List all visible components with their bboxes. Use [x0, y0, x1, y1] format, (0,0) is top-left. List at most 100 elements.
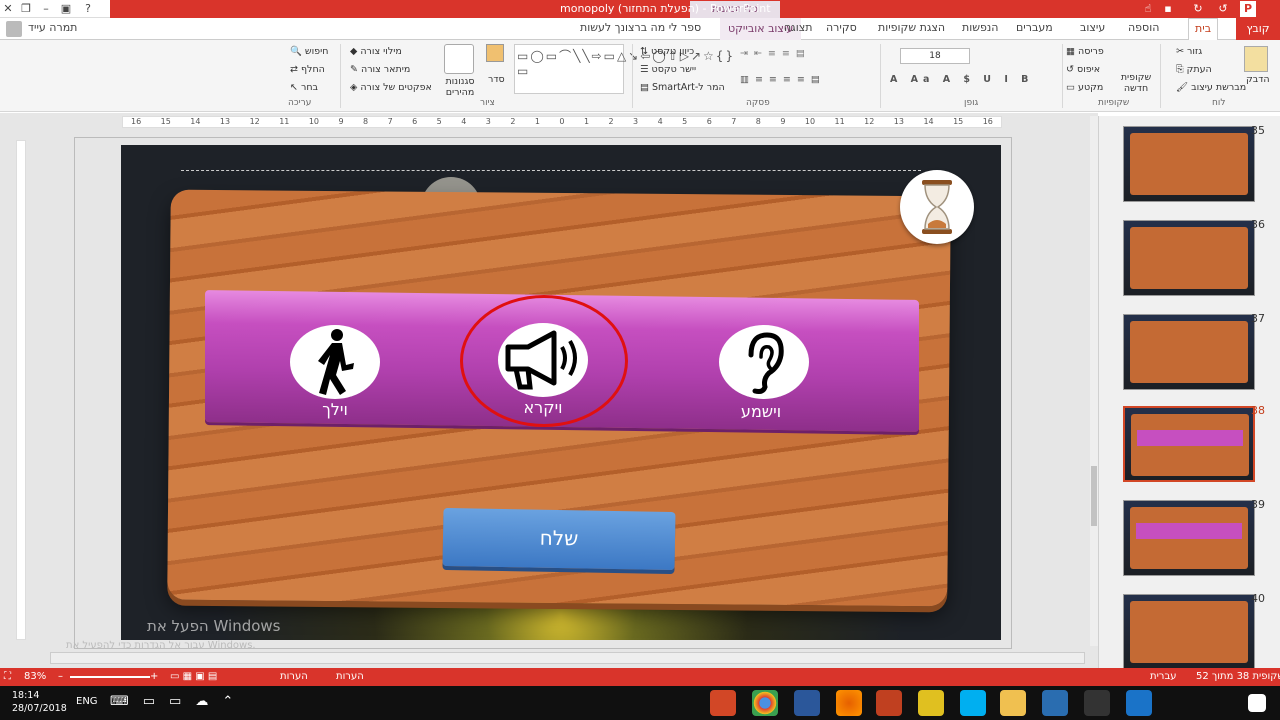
store-taskbar-icon[interactable] — [1084, 690, 1110, 716]
undo-icon[interactable]: ↺ — [1215, 1, 1231, 17]
task-view-icon[interactable] — [1170, 690, 1196, 716]
tab-file[interactable]: קובץ — [1236, 18, 1280, 40]
text-direction-button[interactable]: ⇅ כיוון טקסט — [640, 46, 694, 57]
touch-mode-icon[interactable]: ☝ — [1140, 1, 1156, 17]
comments-button[interactable]: הערות — [280, 671, 308, 682]
slide-number: 36 — [1251, 218, 1265, 231]
lock-app-taskbar-icon[interactable] — [918, 690, 944, 716]
tab-review[interactable]: סקירה — [826, 21, 857, 34]
save-icon[interactable]: ▪ — [1160, 1, 1176, 17]
list-buttons[interactable]: ⇥⇤≡≡▤ — [740, 48, 811, 59]
tab-design[interactable]: עיצוב — [1080, 21, 1105, 34]
slide-number: 38 — [1251, 404, 1265, 417]
slide-thumbnail[interactable] — [1123, 500, 1255, 576]
ruler-tick: 5 — [436, 117, 442, 126]
copy-button[interactable]: ⎘ העתק — [1176, 64, 1212, 75]
app-taskbar-icon[interactable] — [876, 690, 902, 716]
fit-slide-icon[interactable]: ⛶ — [4, 671, 11, 682]
powerpoint-taskbar-icon[interactable] — [710, 690, 736, 716]
slide-thumbnail[interactable] — [1123, 126, 1255, 202]
firefox-taskbar-icon[interactable] — [836, 690, 862, 716]
outlook-taskbar-icon[interactable] — [1042, 690, 1068, 716]
find-button[interactable]: 🔍 חיפוש — [290, 46, 328, 57]
layout-button[interactable]: ▦ פריסה — [1066, 46, 1104, 57]
tab-insert[interactable]: הוספה — [1128, 21, 1159, 34]
zoom-in-icon[interactable]: + — [150, 671, 158, 682]
quick-styles-icon[interactable] — [444, 44, 474, 74]
slide-canvas[interactable]: וילך ויקרא וישמע שלח הפעל את Windows — [121, 145, 1001, 640]
notes-button[interactable]: הערות — [336, 671, 364, 682]
word-taskbar-icon[interactable] — [794, 690, 820, 716]
shape-fill-button[interactable]: ◆ מילוי צורה — [350, 46, 402, 57]
shape-effects-button[interactable]: ◈ אפקטים של צורה — [350, 82, 432, 93]
slide-thumbnail[interactable] — [1123, 594, 1255, 670]
tell-me-box[interactable]: ספר לי מה ברצונך לעשות — [580, 21, 701, 34]
quick-styles-button[interactable]: סגנונות מהירים — [440, 76, 480, 98]
hourglass-icon — [922, 180, 952, 234]
start-icon[interactable] — [1248, 694, 1266, 712]
help-icon[interactable]: ? — [80, 1, 96, 17]
zoom-level[interactable]: 83% — [24, 671, 46, 682]
scroll-thumb[interactable] — [1091, 466, 1097, 526]
tab-home[interactable]: בית — [1188, 18, 1219, 40]
ruler-tick: 16 — [131, 117, 142, 126]
replace-button[interactable]: ⇄ החלף — [290, 64, 325, 75]
walk-option[interactable] — [290, 325, 380, 399]
activate-windows-hint: עבור אל הגדרות כדי להפעיל את Windows. — [66, 640, 256, 651]
ribbon-options-icon[interactable]: ▣ — [58, 1, 74, 17]
cut-button[interactable]: ✂ גזור — [1176, 46, 1202, 57]
send-button[interactable]: שלח — [442, 507, 676, 571]
skype-taskbar-icon[interactable] — [960, 690, 986, 716]
paste-button[interactable]: הדבק — [1246, 74, 1270, 85]
shape-outline-button[interactable]: ✎ מיתאר צורה — [350, 64, 410, 75]
tab-slideshow[interactable]: הצגת שקופיות — [878, 21, 945, 34]
new-slide-button[interactable]: שקופית חדשה — [1116, 72, 1156, 94]
close-icon[interactable]: ✕ — [0, 1, 16, 17]
font-size-box[interactable]: 18 — [900, 48, 970, 64]
search-icon[interactable] — [1210, 690, 1236, 716]
reset-button[interactable]: ↺ איפוס — [1066, 64, 1100, 75]
font-format-buttons[interactable]: A Aa A $ U I B — [890, 74, 1033, 85]
tray-icons[interactable]: ⌨▭▭☁⌃ — [110, 694, 247, 709]
ribbon: 🔍 חיפוש ⇄ החלף ↖ בחר עריכה ◆ מילוי צורה … — [0, 40, 1280, 112]
arrange-button[interactable]: סדר — [488, 74, 505, 85]
horizontal-scrollbar[interactable] — [50, 652, 1085, 664]
title-bar: ✕ ❐ – ▣ ? כלי תמונות monopoly (הפעלת התח… — [0, 0, 1280, 18]
slide-thumbnail[interactable] — [1123, 220, 1255, 296]
input-language[interactable]: ENG — [76, 696, 98, 707]
smartart-button[interactable]: ▤ SmartArt-המר ל — [640, 82, 725, 93]
format-painter-button[interactable]: 🖌 מברשת עיצוב — [1176, 82, 1246, 93]
tab-view[interactable]: תצוגה — [784, 21, 812, 34]
select-button[interactable]: ↖ בחר — [290, 82, 318, 93]
view-buttons[interactable]: ▭ ▦ ▣ ▤ — [170, 671, 217, 682]
activate-windows-watermark: הפעל את Windows — [147, 617, 281, 635]
horizontal-ruler: 16 15 14 13 12 11 10 9 8 7 6 5 4 3 2 1 0 1 2 3 4 5 6 7 8 9 10 11 12 1… — [122, 116, 1002, 128]
clipboard-group-label: לוח — [1212, 98, 1226, 108]
ruler-tick: 2 — [608, 117, 614, 126]
timer-button[interactable] — [900, 170, 974, 244]
shapes-gallery[interactable]: ▭◯▭⌒╲╲⇨▭△↘⇦◯⇧▷↗☆{}▭ — [514, 44, 733, 94]
clock[interactable]: 18:14 28/07/2018 — [12, 689, 67, 715]
restore-icon[interactable]: ❐ — [18, 1, 34, 17]
arrange-icon[interactable] — [486, 44, 504, 62]
zoom-out-icon[interactable]: – — [58, 671, 63, 682]
redo-icon[interactable]: ↻ — [1190, 1, 1206, 17]
tab-transitions[interactable]: מעברים — [1016, 21, 1053, 34]
align-text-button[interactable]: ☰ יישר טקסט — [640, 64, 696, 75]
slide-thumbnails-pane: 35 36 37 38 39 40 — [1098, 116, 1280, 670]
explorer-taskbar-icon[interactable] — [1000, 690, 1026, 716]
slide-thumbnail-selected[interactable] — [1123, 406, 1255, 482]
chrome-taskbar-icon[interactable] — [752, 690, 778, 716]
hear-option[interactable] — [719, 325, 809, 399]
slide-thumbnail[interactable] — [1123, 314, 1255, 390]
zoom-slider[interactable] — [70, 676, 150, 678]
ruler-tick: 2 — [510, 117, 516, 126]
paste-icon[interactable] — [1244, 46, 1268, 72]
align-buttons[interactable]: ▥≡≡≡≡▤ — [740, 74, 826, 85]
edge-taskbar-icon[interactable] — [1126, 690, 1152, 716]
tab-animations[interactable]: הנפשות — [962, 21, 998, 34]
section-button[interactable]: ▭ מקטע — [1066, 82, 1103, 93]
ruler-tick: 15 — [160, 117, 171, 126]
minimize-icon[interactable]: – — [38, 1, 54, 17]
vertical-scrollbar[interactable] — [1090, 116, 1098, 646]
